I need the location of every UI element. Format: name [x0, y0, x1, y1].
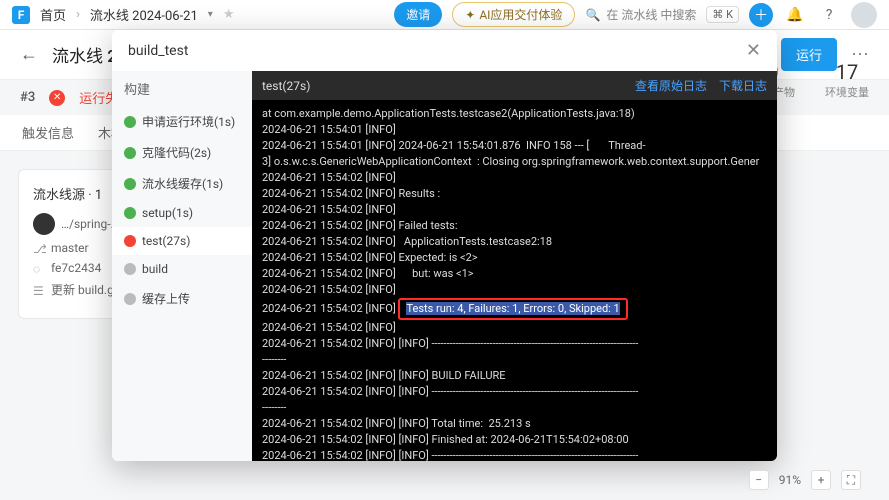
log-title: test(27s): [262, 79, 310, 93]
zoom-percent: 91%: [779, 473, 801, 487]
step-list-heading: 构建: [112, 71, 252, 106]
step-status-icon: [124, 293, 136, 305]
step-status-icon: [124, 263, 136, 275]
step-status-icon: [124, 178, 136, 190]
step-status-icon: [124, 116, 136, 128]
step-label: setup(1s): [142, 206, 193, 220]
view-raw-log-link[interactable]: 查看原始日志: [635, 77, 707, 94]
download-log-link[interactable]: 下载日志: [719, 77, 767, 94]
step-label: 流水线缓存(1s): [142, 175, 223, 192]
build-log-modal: build_test ✕ 构建 申请运行环境(1s) 克隆代码(2s) 流水线缓存(…: [112, 30, 777, 461]
fit-screen-button[interactable]: ⛶: [841, 470, 861, 490]
modal-backdrop: build_test ✕ 构建 申请运行环境(1s) 克隆代码(2s) 流水线缓存(…: [0, 0, 889, 500]
step-item-5[interactable]: build: [112, 255, 252, 283]
step-label: 缓存上传: [142, 290, 190, 307]
step-label: 申请运行环境(1s): [142, 113, 235, 130]
step-item-1[interactable]: 克隆代码(2s): [112, 137, 252, 168]
step-item-0[interactable]: 申请运行环境(1s): [112, 106, 252, 137]
step-item-3[interactable]: setup(1s): [112, 199, 252, 227]
zoom-out-button[interactable]: −: [749, 470, 769, 490]
step-status-icon: [124, 235, 136, 247]
step-label: test(27s): [142, 234, 190, 248]
step-label: build: [142, 262, 168, 276]
step-item-6[interactable]: 缓存上传: [112, 283, 252, 314]
step-label: 克隆代码(2s): [142, 144, 211, 161]
close-icon[interactable]: ✕: [746, 40, 761, 61]
step-item-2[interactable]: 流水线缓存(1s): [112, 168, 252, 199]
step-status-icon: [124, 207, 136, 219]
step-list: 构建 申请运行环境(1s) 克隆代码(2s) 流水线缓存(1s) setup(1s) t…: [112, 71, 252, 461]
log-content[interactable]: at com.example.demo.ApplicationTests.tes…: [252, 100, 777, 461]
modal-title: build_test: [128, 43, 188, 59]
step-item-4[interactable]: test(27s): [112, 227, 252, 255]
zoom-in-button[interactable]: +: [811, 470, 831, 490]
step-status-icon: [124, 147, 136, 159]
